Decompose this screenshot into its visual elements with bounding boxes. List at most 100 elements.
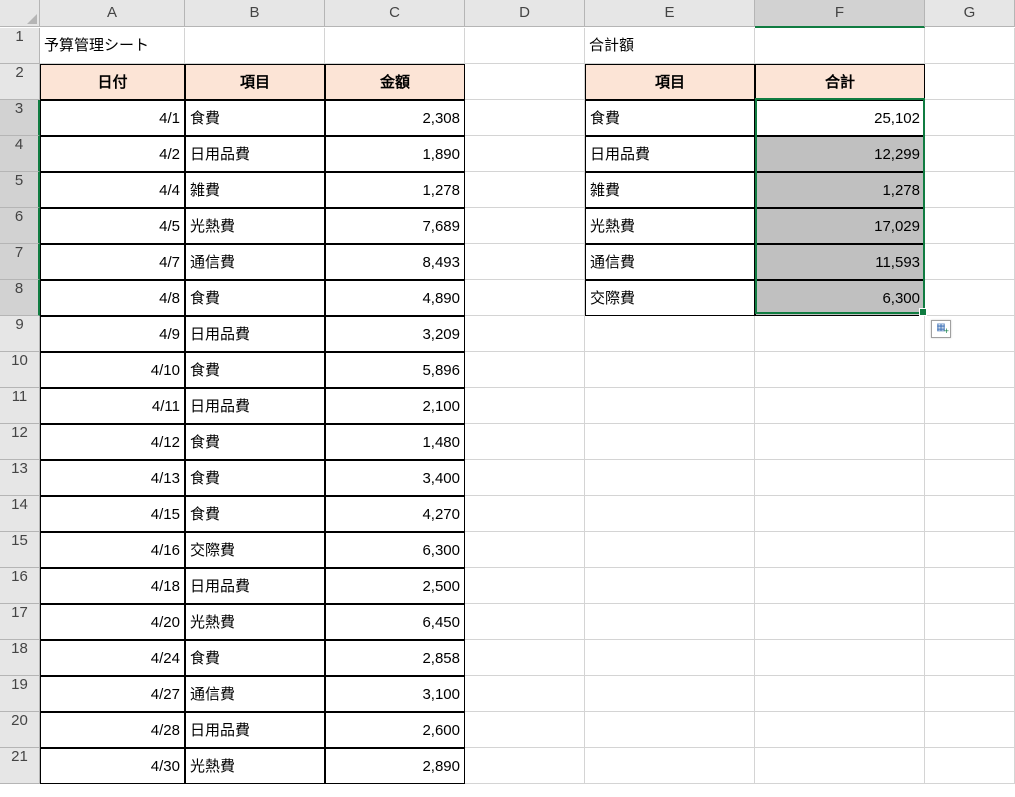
cell-C11[interactable]: 2,100 <box>325 388 465 424</box>
cell-D9[interactable] <box>465 316 585 352</box>
cell-A6[interactable]: 4/5 <box>40 208 185 244</box>
cell-A10[interactable]: 4/10 <box>40 352 185 388</box>
row-header-19[interactable]: 19 <box>0 676 40 712</box>
cell-E3[interactable]: 食費 <box>585 100 755 136</box>
cell-B19[interactable]: 通信費 <box>185 676 325 712</box>
cell-G18[interactable] <box>925 640 1015 676</box>
cell-B2[interactable]: 項目 <box>185 64 325 100</box>
cell-C1[interactable] <box>325 28 465 64</box>
cell-C2[interactable]: 金額 <box>325 64 465 100</box>
cell-C8[interactable]: 4,890 <box>325 280 465 316</box>
row-header-9[interactable]: 9 <box>0 316 40 352</box>
cell-A5[interactable]: 4/4 <box>40 172 185 208</box>
cell-G19[interactable] <box>925 676 1015 712</box>
cell-G3[interactable] <box>925 100 1015 136</box>
row-header-21[interactable]: 21 <box>0 748 40 784</box>
cell-E20[interactable] <box>585 712 755 748</box>
row-header-14[interactable]: 14 <box>0 496 40 532</box>
cell-C3[interactable]: 2,308 <box>325 100 465 136</box>
cell-G17[interactable] <box>925 604 1015 640</box>
col-header-C[interactable]: C <box>325 0 465 27</box>
cell-D21[interactable] <box>465 748 585 784</box>
cell-G16[interactable] <box>925 568 1015 604</box>
cell-E12[interactable] <box>585 424 755 460</box>
cell-F7[interactable]: 11,593 <box>755 244 925 280</box>
cell-F18[interactable] <box>755 640 925 676</box>
cell-F3[interactable]: 25,102 <box>755 100 925 136</box>
cell-C12[interactable]: 1,480 <box>325 424 465 460</box>
cell-B20[interactable]: 日用品費 <box>185 712 325 748</box>
cell-E15[interactable] <box>585 532 755 568</box>
cell-C21[interactable]: 2,890 <box>325 748 465 784</box>
cell-A20[interactable]: 4/28 <box>40 712 185 748</box>
cell-G8[interactable] <box>925 280 1015 316</box>
cell-E18[interactable] <box>585 640 755 676</box>
cell-D20[interactable] <box>465 712 585 748</box>
cell-C13[interactable]: 3,400 <box>325 460 465 496</box>
cell-F11[interactable] <box>755 388 925 424</box>
cell-F4[interactable]: 12,299 <box>755 136 925 172</box>
cell-B13[interactable]: 食費 <box>185 460 325 496</box>
cell-E8[interactable]: 交際費 <box>585 280 755 316</box>
cell-G13[interactable] <box>925 460 1015 496</box>
cell-D1[interactable] <box>465 28 585 64</box>
cell-E14[interactable] <box>585 496 755 532</box>
cell-A9[interactable]: 4/9 <box>40 316 185 352</box>
cell-D16[interactable] <box>465 568 585 604</box>
row-header-4[interactable]: 4 <box>0 136 40 172</box>
cell-G2[interactable] <box>925 64 1015 100</box>
cell-G11[interactable] <box>925 388 1015 424</box>
cell-E7[interactable]: 通信費 <box>585 244 755 280</box>
cell-E13[interactable] <box>585 460 755 496</box>
row-header-20[interactable]: 20 <box>0 712 40 748</box>
cell-E6[interactable]: 光熱費 <box>585 208 755 244</box>
cell-F5[interactable]: 1,278 <box>755 172 925 208</box>
cell-F13[interactable] <box>755 460 925 496</box>
cell-F19[interactable] <box>755 676 925 712</box>
cell-F1[interactable] <box>755 28 925 64</box>
cell-B11[interactable]: 日用品費 <box>185 388 325 424</box>
cell-E21[interactable] <box>585 748 755 784</box>
row-header-15[interactable]: 15 <box>0 532 40 568</box>
cell-A18[interactable]: 4/24 <box>40 640 185 676</box>
cell-A19[interactable]: 4/27 <box>40 676 185 712</box>
cell-C9[interactable]: 3,209 <box>325 316 465 352</box>
cell-E16[interactable] <box>585 568 755 604</box>
cell-G5[interactable] <box>925 172 1015 208</box>
cell-A17[interactable]: 4/20 <box>40 604 185 640</box>
cell-B16[interactable]: 日用品費 <box>185 568 325 604</box>
cell-C4[interactable]: 1,890 <box>325 136 465 172</box>
cell-B7[interactable]: 通信費 <box>185 244 325 280</box>
cell-D14[interactable] <box>465 496 585 532</box>
cell-F6[interactable]: 17,029 <box>755 208 925 244</box>
select-all-corner[interactable] <box>0 0 40 27</box>
cell-G21[interactable] <box>925 748 1015 784</box>
cell-B12[interactable]: 食費 <box>185 424 325 460</box>
cell-G6[interactable] <box>925 208 1015 244</box>
cell-D5[interactable] <box>465 172 585 208</box>
cell-F12[interactable] <box>755 424 925 460</box>
cell-A12[interactable]: 4/12 <box>40 424 185 460</box>
cell-F2[interactable]: 合計 <box>755 64 925 100</box>
cell-B1[interactable] <box>185 28 325 64</box>
row-header-13[interactable]: 13 <box>0 460 40 496</box>
row-header-7[interactable]: 7 <box>0 244 40 280</box>
cell-B9[interactable]: 日用品費 <box>185 316 325 352</box>
cell-F20[interactable] <box>755 712 925 748</box>
row-header-16[interactable]: 16 <box>0 568 40 604</box>
cell-A13[interactable]: 4/13 <box>40 460 185 496</box>
cell-B5[interactable]: 雑費 <box>185 172 325 208</box>
cell-G7[interactable] <box>925 244 1015 280</box>
cell-D18[interactable] <box>465 640 585 676</box>
cell-B10[interactable]: 食費 <box>185 352 325 388</box>
row-header-2[interactable]: 2 <box>0 64 40 100</box>
cell-A11[interactable]: 4/11 <box>40 388 185 424</box>
cell-F17[interactable] <box>755 604 925 640</box>
cell-A1[interactable]: 予算管理シート <box>40 28 185 64</box>
cell-B3[interactable]: 食費 <box>185 100 325 136</box>
cell-D15[interactable] <box>465 532 585 568</box>
autofill-options-icon[interactable]: ▦+ <box>931 320 951 338</box>
cell-B14[interactable]: 食費 <box>185 496 325 532</box>
cell-B15[interactable]: 交際費 <box>185 532 325 568</box>
cell-A16[interactable]: 4/18 <box>40 568 185 604</box>
